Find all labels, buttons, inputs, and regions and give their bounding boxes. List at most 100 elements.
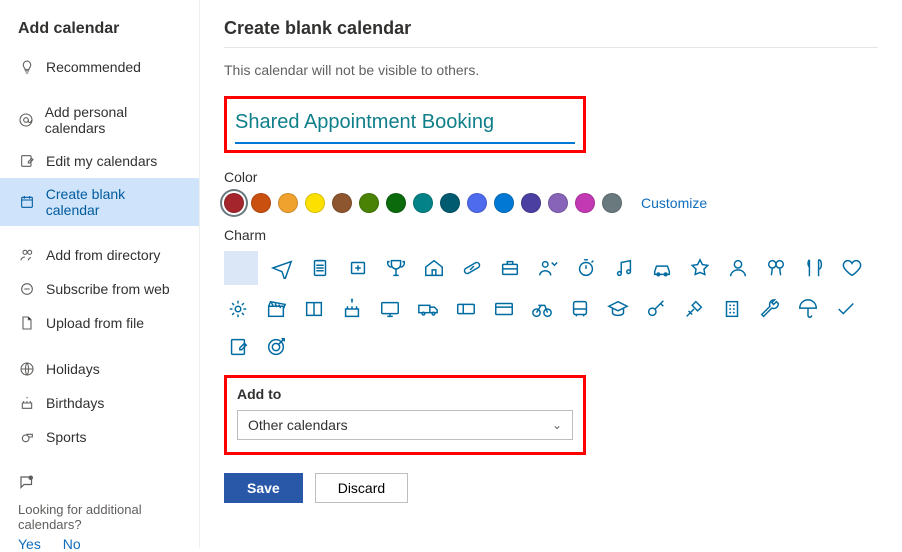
charm-person-icon[interactable] bbox=[724, 254, 752, 282]
charm-car-icon[interactable] bbox=[648, 254, 676, 282]
sidebar-item-add-personal-calendars[interactable]: Add personal calendars bbox=[0, 96, 199, 144]
sidebar-item-label: Holidays bbox=[46, 361, 100, 377]
sidebar-item-edit-my-calendars[interactable]: Edit my calendars bbox=[0, 144, 199, 178]
color-swatch-12[interactable] bbox=[548, 193, 568, 213]
customize-colors-link[interactable]: Customize bbox=[641, 195, 707, 211]
people-search-icon bbox=[18, 246, 36, 264]
at-sign-icon bbox=[18, 111, 35, 129]
color-swatch-13[interactable] bbox=[575, 193, 595, 213]
charm-building-icon[interactable] bbox=[718, 295, 746, 323]
charm-home-icon[interactable] bbox=[420, 254, 448, 282]
charm-briefcase-icon[interactable] bbox=[496, 254, 524, 282]
charm-cake-icon[interactable] bbox=[338, 295, 366, 323]
addto-highlight: Add to Other calendars ⌄ bbox=[224, 375, 586, 455]
sidebar-extra-prompt: Looking for additional calendars? bbox=[0, 500, 199, 532]
charm-book-icon[interactable] bbox=[300, 295, 328, 323]
charm-wrench-icon[interactable] bbox=[756, 295, 784, 323]
charm-monitor-icon[interactable] bbox=[376, 295, 404, 323]
sidebar-title: Add calendar bbox=[0, 6, 199, 50]
sports-whistle-icon bbox=[18, 428, 36, 446]
chevron-down-icon: ⌄ bbox=[552, 418, 562, 432]
sidebar-no-link[interactable]: No bbox=[63, 536, 81, 552]
color-swatch-3[interactable] bbox=[305, 193, 325, 213]
sidebar-item-add-from-directory[interactable]: Add from directory bbox=[0, 238, 199, 272]
sidebar-item-label: Subscribe from web bbox=[46, 281, 170, 297]
charm-people-icon[interactable] bbox=[534, 254, 562, 282]
charm-heart-icon[interactable] bbox=[838, 254, 866, 282]
color-swatch-8[interactable] bbox=[440, 193, 460, 213]
calendar-name-highlight bbox=[224, 96, 586, 153]
charm-none[interactable] bbox=[224, 251, 258, 285]
charm-umbrella-icon[interactable] bbox=[794, 295, 822, 323]
sidebar-item-label: Recommended bbox=[46, 59, 141, 75]
sidebar-item-create-blank-calendar[interactable]: Create blank calendar bbox=[0, 178, 199, 226]
color-swatch-14[interactable] bbox=[602, 193, 622, 213]
charm-ticket-icon[interactable] bbox=[452, 295, 480, 323]
sidebar-item-upload-from-file[interactable]: Upload from file bbox=[0, 306, 199, 340]
sidebar: Add calendar Recommended Add personal cal… bbox=[0, 0, 200, 548]
note-edit-icon bbox=[18, 152, 36, 170]
charm-gear-icon[interactable] bbox=[224, 295, 252, 323]
sidebar-item-sports[interactable]: Sports bbox=[0, 420, 199, 454]
charm-plane-icon[interactable] bbox=[268, 254, 296, 282]
cake-icon bbox=[18, 394, 36, 412]
save-button[interactable]: Save bbox=[224, 473, 303, 503]
charm-clipboard-icon[interactable] bbox=[306, 254, 334, 282]
color-swatch-2[interactable] bbox=[278, 193, 298, 213]
sidebar-item-recommended[interactable]: Recommended bbox=[0, 50, 199, 84]
visibility-info: This calendar will not be visible to oth… bbox=[224, 48, 878, 96]
color-swatch-10[interactable] bbox=[494, 193, 514, 213]
charm-trophy-icon[interactable] bbox=[382, 254, 410, 282]
charm-target-icon[interactable] bbox=[262, 333, 290, 361]
charm-bicycle-icon[interactable] bbox=[528, 295, 556, 323]
charm-key-icon[interactable] bbox=[642, 295, 670, 323]
sidebar-item-label: Create blank calendar bbox=[46, 186, 181, 218]
color-swatch-1[interactable] bbox=[251, 193, 271, 213]
charm-graduation-icon[interactable] bbox=[604, 295, 632, 323]
calendar-blank-icon bbox=[18, 193, 36, 211]
color-swatch-6[interactable] bbox=[386, 193, 406, 213]
sidebar-item-subscribe-from-web[interactable]: Subscribe from web bbox=[0, 272, 199, 306]
charm-creditcard-icon[interactable] bbox=[490, 295, 518, 323]
sidebar-item-holidays[interactable]: Holidays bbox=[0, 352, 199, 386]
sidebar-extra-icon-row bbox=[0, 466, 199, 500]
charm-music-icon[interactable] bbox=[610, 254, 638, 282]
color-swatch-11[interactable] bbox=[521, 193, 541, 213]
globe-icon bbox=[18, 360, 36, 378]
charm-stopwatch-icon[interactable] bbox=[572, 254, 600, 282]
charm-firstaid-icon[interactable] bbox=[344, 254, 372, 282]
color-section-label: Color bbox=[224, 169, 878, 185]
calendar-name-input[interactable] bbox=[235, 105, 575, 144]
sidebar-item-label: Edit my calendars bbox=[46, 153, 157, 169]
charm-delivery-icon[interactable] bbox=[414, 295, 442, 323]
color-swatch-0[interactable] bbox=[224, 193, 244, 213]
page-title: Create blank calendar bbox=[224, 0, 878, 48]
color-swatch-5[interactable] bbox=[359, 193, 379, 213]
sidebar-item-label: Add personal calendars bbox=[45, 104, 181, 136]
sidebar-item-birthdays[interactable]: Birthdays bbox=[0, 386, 199, 420]
charm-bus-icon[interactable] bbox=[566, 295, 594, 323]
charm-pill-icon[interactable] bbox=[458, 254, 486, 282]
charm-section-label: Charm bbox=[224, 227, 878, 243]
color-swatch-4[interactable] bbox=[332, 193, 352, 213]
charm-cutlery-icon[interactable] bbox=[800, 254, 828, 282]
charm-note-edit-icon[interactable] bbox=[224, 333, 252, 361]
sidebar-yes-link[interactable]: Yes bbox=[18, 536, 41, 552]
chat-badge-icon bbox=[18, 474, 36, 492]
charm-movieclap-icon[interactable] bbox=[262, 295, 290, 323]
color-swatch-7[interactable] bbox=[413, 193, 433, 213]
charm-tools-icon[interactable] bbox=[680, 295, 708, 323]
main-panel: Create blank calendar This calendar will… bbox=[200, 0, 902, 548]
sidebar-item-label: Birthdays bbox=[46, 395, 104, 411]
discard-button[interactable]: Discard bbox=[315, 473, 408, 503]
lightbulb-icon bbox=[18, 58, 36, 76]
addto-dropdown[interactable]: Other calendars ⌄ bbox=[237, 410, 573, 440]
addto-value: Other calendars bbox=[248, 417, 348, 433]
charm-star-icon[interactable] bbox=[686, 254, 714, 282]
color-swatch-9[interactable] bbox=[467, 193, 487, 213]
charm-grid bbox=[224, 251, 878, 361]
charm-check-icon[interactable] bbox=[832, 295, 860, 323]
addto-label: Add to bbox=[237, 386, 573, 402]
sidebar-item-label: Upload from file bbox=[46, 315, 144, 331]
charm-balloons-icon[interactable] bbox=[762, 254, 790, 282]
